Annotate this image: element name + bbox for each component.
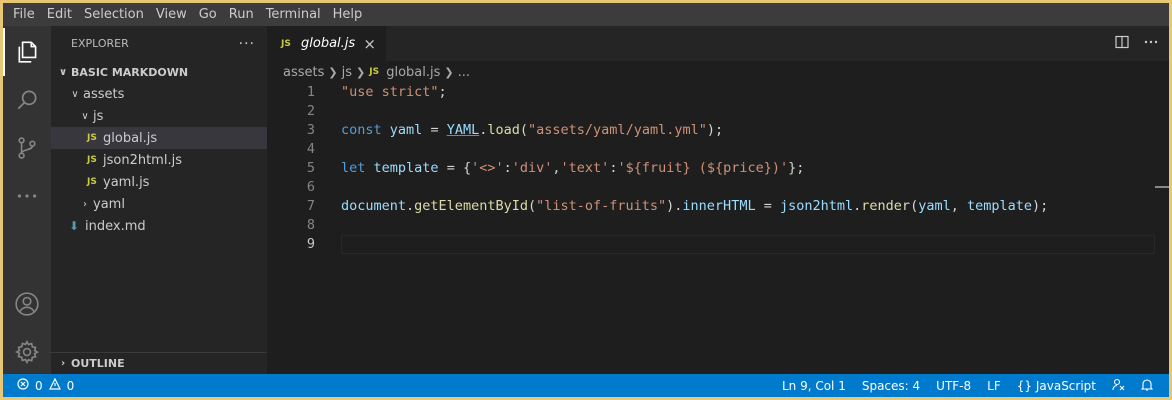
- sidebar-title: EXPLORER: [71, 37, 129, 50]
- tree-item-label: yaml.js: [103, 174, 150, 190]
- workspace-section-header[interactable]: ∨ BASIC MARKDOWN: [51, 61, 267, 83]
- tree-item-label: js: [93, 108, 104, 124]
- activity-bar: [3, 26, 51, 374]
- markdown-file-icon: ⬇: [69, 219, 80, 233]
- menu-view[interactable]: View: [150, 3, 193, 26]
- sidebar-more-button[interactable]: ···: [239, 36, 255, 52]
- tab-bar: JS global.js ×: [267, 26, 1169, 61]
- tree-item-index-md[interactable]: ⬇ index.md: [51, 215, 267, 237]
- js-file-icon: JS: [369, 67, 380, 77]
- search-icon[interactable]: [3, 76, 51, 124]
- menu-go[interactable]: Go: [193, 3, 223, 26]
- error-count: 0: [35, 378, 43, 393]
- menu-terminal[interactable]: Terminal: [260, 3, 327, 26]
- workspace-title: BASIC MARKDOWN: [71, 65, 189, 79]
- code-editor[interactable]: 1 "use strict"; 2 3 const yaml = YAML.load…: [267, 83, 1169, 254]
- language-mode[interactable]: {} JavaScript: [1009, 379, 1104, 393]
- breadcrumb-item-js[interactable]: js: [342, 65, 352, 80]
- source-control-icon[interactable]: [3, 124, 51, 172]
- code-line: 2: [306, 103, 315, 119]
- indentation[interactable]: Spaces: 4: [854, 379, 928, 393]
- code-line: 6: [306, 179, 315, 195]
- menu-selection[interactable]: Selection: [78, 3, 150, 26]
- bell-icon[interactable]: [1133, 378, 1161, 394]
- tree-item-label: assets: [83, 86, 125, 102]
- chevron-down-icon: ∨: [58, 66, 68, 78]
- breadcrumb-item-symbols[interactable]: ...: [458, 65, 470, 80]
- code-line: 7 document.getElementById("list-of-fruits…: [306, 198, 1049, 214]
- error-icon: [17, 378, 29, 393]
- tab-title: global.js: [301, 36, 356, 51]
- menu-edit[interactable]: Edit: [41, 3, 78, 26]
- js-file-icon: JS: [87, 155, 97, 165]
- sidebar-header: EXPLORER ···: [51, 26, 267, 61]
- chevron-down-icon: ∨: [81, 110, 89, 122]
- code-line: 3 const yaml = YAML.load("assets/yaml/yam…: [306, 122, 724, 138]
- warning-icon: [48, 377, 61, 393]
- tree-item-json2html-js[interactable]: JS json2html.js: [51, 149, 267, 171]
- end-of-line[interactable]: LF: [979, 379, 1009, 393]
- tree-item-label: json2html.js: [103, 152, 182, 168]
- tree-item-yaml-folder[interactable]: › yaml: [51, 193, 267, 215]
- account-icon[interactable]: [3, 280, 51, 328]
- close-icon[interactable]: ×: [363, 35, 376, 53]
- menu-bar: File Edit Selection View Go Run Terminal…: [3, 3, 1169, 26]
- breadcrumb: assets ❯ js ❯ JS global.js ❯ ...: [267, 61, 1169, 83]
- more-icon[interactable]: [3, 172, 51, 220]
- tree-item-global-js[interactable]: JS global.js: [51, 127, 267, 149]
- tree-item-label: index.md: [85, 218, 146, 234]
- code-line: 5 let template = {'<>':'div','text':'${fr…: [306, 160, 805, 176]
- explorer-sidebar: EXPLORER ··· ∨ BASIC MARKDOWN ∨ assets ∨…: [51, 26, 267, 374]
- chevron-right-icon: ❯: [356, 65, 366, 79]
- braces-icon: {}: [1016, 378, 1033, 393]
- gear-icon[interactable]: [3, 328, 51, 376]
- more-actions-icon[interactable]: [1143, 35, 1159, 53]
- problems-indicator[interactable]: 0 0: [3, 377, 75, 393]
- cursor-position[interactable]: Ln 9, Col 1: [774, 379, 854, 393]
- tree-item-label: yaml: [93, 196, 125, 212]
- menu-run[interactable]: Run: [223, 3, 260, 26]
- breadcrumb-item-assets[interactable]: assets: [283, 65, 324, 80]
- split-editor-icon[interactable]: [1115, 35, 1129, 53]
- js-file-icon: JS: [281, 38, 291, 49]
- tab-global-js[interactable]: JS global.js ×: [267, 26, 386, 61]
- status-right: Ln 9, Col 1 Spaces: 4 UTF-8 LF {} JavaSc…: [774, 378, 1169, 394]
- current-line-highlight: [341, 235, 1155, 254]
- chevron-right-icon: ›: [60, 358, 66, 369]
- status-bar: 0 0 Ln 9, Col 1 Spaces: 4 UTF-8 LF {} Ja…: [3, 374, 1169, 397]
- encoding[interactable]: UTF-8: [928, 379, 979, 393]
- language-label: JavaScript: [1035, 378, 1096, 393]
- code-line: 1 "use strict";: [306, 84, 447, 100]
- tree-item-assets[interactable]: ∨ assets: [51, 83, 267, 105]
- warning-count: 0: [66, 378, 75, 393]
- menu-help[interactable]: Help: [327, 3, 369, 26]
- outline-title: OUTLINE: [71, 357, 125, 370]
- js-file-icon: JS: [87, 133, 97, 143]
- tree-item-label: global.js: [103, 130, 158, 146]
- code-line: 4: [306, 141, 315, 157]
- outline-section-header[interactable]: › OUTLINE: [51, 352, 267, 374]
- code-line: 8: [306, 217, 315, 233]
- live-share-icon[interactable]: [1104, 378, 1133, 394]
- tree-item-js[interactable]: ∨ js: [51, 105, 267, 127]
- editor-area: JS global.js × assets ❯ js ❯ JS global.j…: [267, 26, 1169, 374]
- js-file-icon: JS: [87, 177, 97, 187]
- chevron-down-icon: ∨: [71, 88, 79, 100]
- breadcrumb-item-file[interactable]: global.js: [386, 65, 440, 80]
- tree-item-yaml-js[interactable]: JS yaml.js: [51, 171, 267, 193]
- menu-file[interactable]: File: [7, 3, 41, 26]
- chevron-right-icon: ❯: [328, 65, 338, 79]
- editor-actions: [1115, 26, 1159, 61]
- chevron-right-icon: ❯: [444, 65, 454, 79]
- chevron-right-icon: ›: [83, 198, 87, 210]
- vscode-window: File Edit Selection View Go Run Terminal…: [3, 3, 1169, 397]
- scrollbar-marker[interactable]: [1155, 186, 1169, 188]
- explorer-icon[interactable]: [3, 28, 51, 76]
